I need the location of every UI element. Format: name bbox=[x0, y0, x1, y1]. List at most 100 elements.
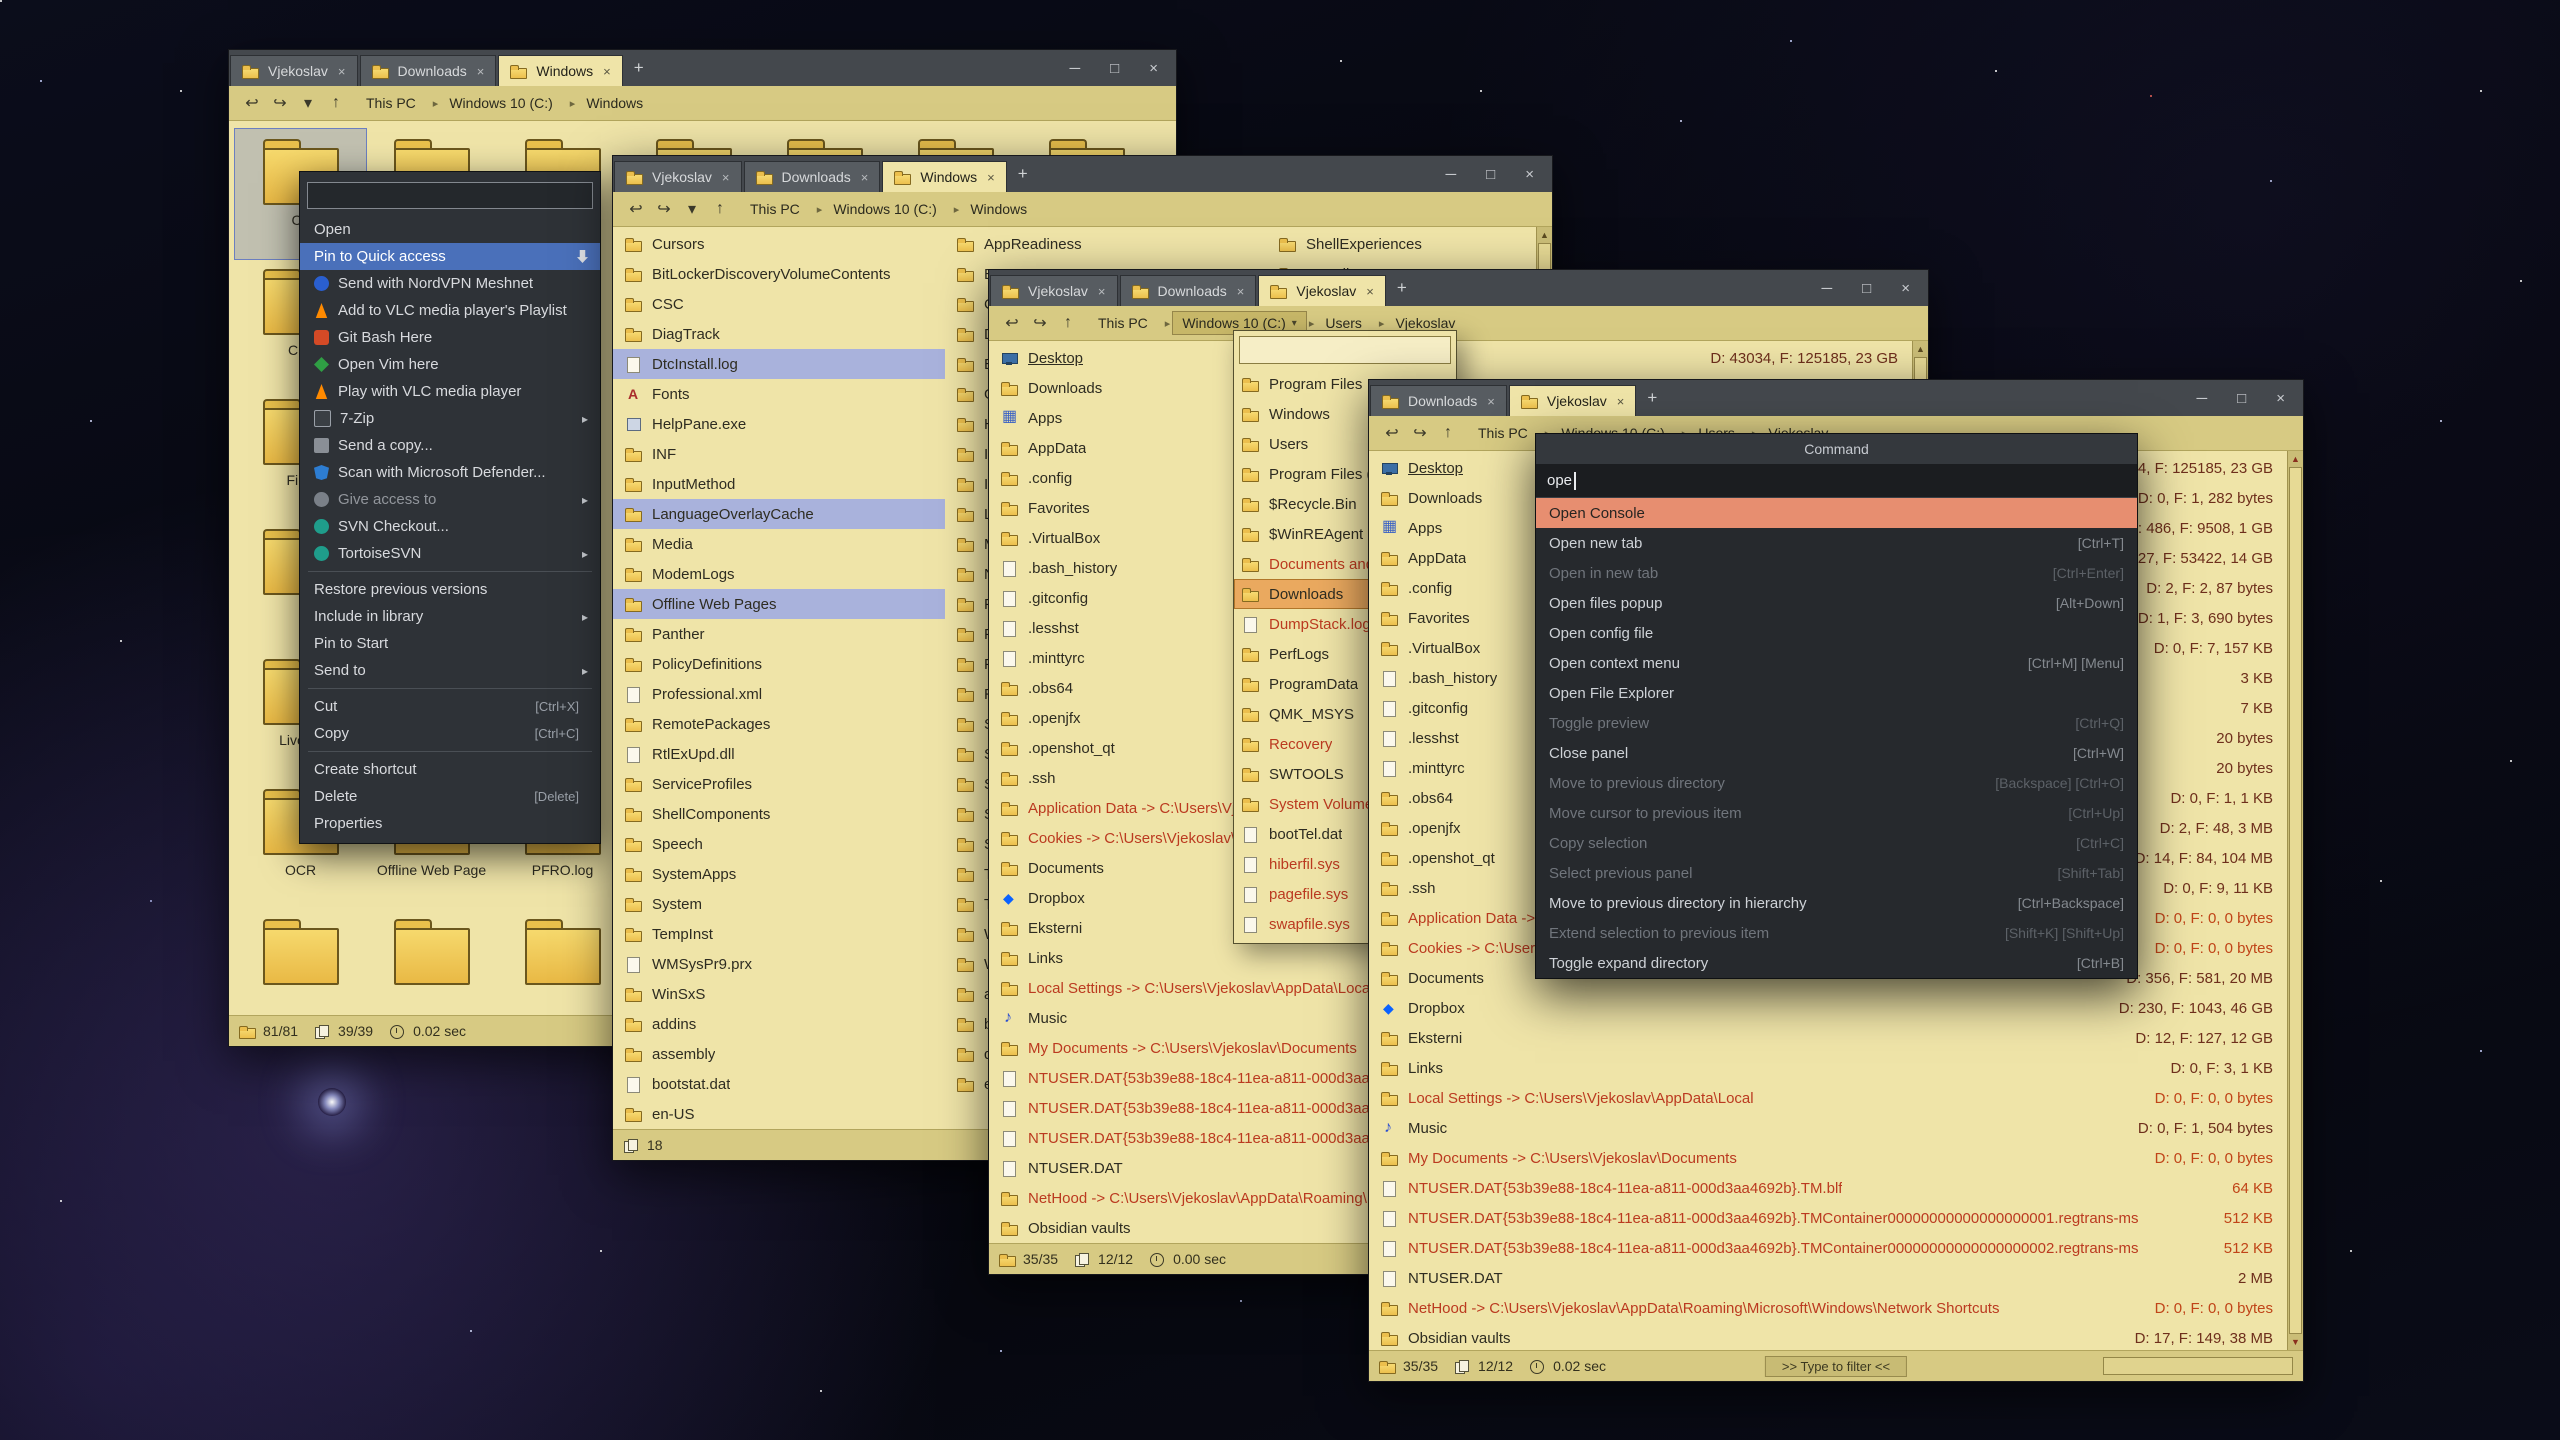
context-menu-item[interactable]: Give access to▸ bbox=[300, 486, 600, 513]
grid-item[interactable] bbox=[366, 909, 497, 1015]
file-row[interactable]: AppReadiness bbox=[945, 229, 1267, 259]
grid-item[interactable] bbox=[497, 909, 628, 1015]
context-menu-item[interactable]: Properties bbox=[300, 810, 600, 837]
context-menu-item[interactable]: Restore previous versions bbox=[300, 576, 600, 603]
file-row[interactable]: Speech bbox=[613, 829, 945, 859]
file-row[interactable]: InputMethod bbox=[613, 469, 945, 499]
file-row[interactable]: RtlExUpd.dll bbox=[613, 739, 945, 769]
context-menu-item[interactable]: Scan with Microsoft Defender... bbox=[300, 459, 600, 486]
breadcrumb-item[interactable]: Windows bbox=[577, 92, 658, 114]
status-scrollbar[interactable] bbox=[2103, 1357, 2293, 1375]
maximize-button[interactable]: □ bbox=[2237, 390, 2246, 407]
palette-item[interactable]: Open File Explorer bbox=[1536, 678, 2137, 708]
scrollbar-thumb[interactable] bbox=[2289, 467, 2302, 1334]
tab[interactable]: Downloads× bbox=[1120, 275, 1257, 306]
up-button[interactable]: ↑ bbox=[323, 90, 349, 116]
minimize-button[interactable]: ─ bbox=[1822, 280, 1833, 297]
file-row[interactable]: DiagTrack bbox=[613, 319, 945, 349]
palette-item[interactable]: Copy selection[Ctrl+C] bbox=[1536, 828, 2137, 858]
forward-button[interactable]: ↪ bbox=[651, 196, 677, 222]
context-menu-item[interactable] bbox=[300, 684, 600, 693]
dropdown-filter-input[interactable] bbox=[1239, 336, 1451, 364]
scroll-up-icon[interactable]: ▲ bbox=[2288, 451, 2303, 467]
tab-close-icon[interactable]: × bbox=[1366, 284, 1374, 299]
palette-item[interactable]: Extend selection to previous item[Shift+… bbox=[1536, 918, 2137, 948]
file-row[interactable]: LanguageOverlayCache bbox=[613, 499, 945, 529]
context-menu-item[interactable]: Git Bash Here bbox=[300, 324, 600, 351]
palette-item[interactable]: Toggle preview[Ctrl+Q] bbox=[1536, 708, 2137, 738]
palette-item[interactable]: Open config file bbox=[1536, 618, 2137, 648]
scroll-up-icon[interactable]: ▲ bbox=[1537, 227, 1552, 243]
file-row[interactable]: NetHood -> C:\Users\Vjekoslav\AppData\Ro… bbox=[1369, 1293, 2287, 1323]
context-menu-item[interactable] bbox=[300, 567, 600, 576]
forward-button[interactable]: ↪ bbox=[1407, 420, 1433, 446]
grid-item[interactable] bbox=[235, 909, 366, 1015]
palette-item[interactable]: Move cursor to previous item[Ctrl+Up] bbox=[1536, 798, 2137, 828]
palette-item[interactable]: Open in new tab[Ctrl+Enter] bbox=[1536, 558, 2137, 588]
vertical-scrollbar[interactable]: ▲ ▼ bbox=[2287, 451, 2303, 1350]
context-menu-item[interactable]: Send with NordVPN Meshnet bbox=[300, 270, 600, 297]
breadcrumb-item[interactable]: This PC bbox=[1469, 422, 1543, 444]
close-button[interactable]: × bbox=[1901, 280, 1910, 297]
context-menu-item[interactable]: Play with VLC media player bbox=[300, 378, 600, 405]
palette-item[interactable]: Select previous panel[Shift+Tab] bbox=[1536, 858, 2137, 888]
file-row[interactable]: Cursors bbox=[613, 229, 945, 259]
tab[interactable]: Windows× bbox=[498, 55, 622, 86]
close-button[interactable]: × bbox=[2276, 390, 2285, 407]
file-row[interactable]: MusicD: 0, F: 1, 504 bytes bbox=[1369, 1113, 2287, 1143]
palette-item[interactable]: Open Console bbox=[1536, 498, 2137, 528]
file-row[interactable]: Professional.xml bbox=[613, 679, 945, 709]
palette-item[interactable]: Toggle expand directory[Ctrl+B] bbox=[1536, 948, 2137, 978]
tab[interactable]: Windows× bbox=[882, 161, 1006, 192]
file-row[interactable]: WinSxS bbox=[613, 979, 945, 1009]
tab[interactable]: Vjekoslav× bbox=[614, 161, 742, 192]
context-menu-item[interactable]: Open bbox=[300, 216, 600, 243]
file-row[interactable]: ModemLogs bbox=[613, 559, 945, 589]
file-row[interactable]: BitLockerDiscoveryVolumeContents bbox=[613, 259, 945, 289]
file-row[interactable]: Offline Web Pages bbox=[613, 589, 945, 619]
tab[interactable]: Downloads× bbox=[744, 161, 881, 192]
context-menu-item[interactable]: SVN Checkout... bbox=[300, 513, 600, 540]
file-row[interactable]: System bbox=[613, 889, 945, 919]
context-menu-item[interactable]: Open Vim here bbox=[300, 351, 600, 378]
palette-item[interactable]: Open new tab[Ctrl+T] bbox=[1536, 528, 2137, 558]
file-row[interactable]: Obsidian vaultsD: 17, F: 149, 38 MB bbox=[1369, 1323, 2287, 1350]
back-button[interactable]: ↩ bbox=[999, 310, 1025, 336]
palette-item[interactable]: Close panel[Ctrl+W] bbox=[1536, 738, 2137, 768]
back-button[interactable]: ↩ bbox=[1379, 420, 1405, 446]
scroll-up-icon[interactable]: ▲ bbox=[1913, 341, 1928, 357]
file-row[interactable]: ServiceProfiles bbox=[613, 769, 945, 799]
context-menu-filter-input[interactable] bbox=[307, 182, 593, 209]
file-row[interactable]: NTUSER.DAT{53b39e88-18c4-11ea-a811-000d3… bbox=[1369, 1233, 2287, 1263]
tab-close-icon[interactable]: × bbox=[861, 170, 869, 185]
context-menu-item[interactable]: 7-Zip▸ bbox=[300, 405, 600, 432]
file-row[interactable]: HelpPane.exe bbox=[613, 409, 945, 439]
palette-search-input[interactable]: ope bbox=[1536, 464, 2137, 498]
tab[interactable]: Vjekoslav× bbox=[990, 275, 1118, 306]
maximize-button[interactable]: □ bbox=[1486, 166, 1495, 183]
context-menu-item[interactable]: Copy[Ctrl+C] bbox=[300, 720, 600, 747]
file-row[interactable]: assembly bbox=[613, 1039, 945, 1069]
context-menu-item[interactable] bbox=[300, 747, 600, 756]
back-button[interactable]: ↩ bbox=[623, 196, 649, 222]
file-row[interactable]: INF bbox=[613, 439, 945, 469]
palette-item[interactable]: Open files popup[Alt+Down] bbox=[1536, 588, 2137, 618]
file-row[interactable]: RemotePackages bbox=[613, 709, 945, 739]
minimize-button[interactable]: ─ bbox=[2197, 390, 2208, 407]
history-dropdown-icon[interactable]: ▾ bbox=[679, 196, 705, 222]
new-tab-button[interactable]: + bbox=[1008, 164, 1038, 184]
file-row[interactable]: DtcInstall.log bbox=[613, 349, 945, 379]
new-tab-button[interactable]: + bbox=[1637, 388, 1667, 408]
file-row[interactable]: en-US bbox=[613, 1099, 945, 1129]
tab-close-icon[interactable]: × bbox=[477, 64, 485, 79]
breadcrumb-item[interactable]: Windows 10 (C:) bbox=[440, 92, 567, 114]
context-menu-item[interactable]: Create shortcut bbox=[300, 756, 600, 783]
new-tab-button[interactable]: + bbox=[1387, 278, 1417, 298]
palette-item[interactable]: Move to previous directory[Backspace] [C… bbox=[1536, 768, 2137, 798]
context-menu-item[interactable]: Delete[Delete] bbox=[300, 783, 600, 810]
tab[interactable]: Vjekoslav× bbox=[1509, 385, 1637, 416]
close-button[interactable]: × bbox=[1525, 166, 1534, 183]
tab[interactable]: Vjekoslav× bbox=[1258, 275, 1386, 306]
close-button[interactable]: × bbox=[1149, 60, 1158, 77]
file-row[interactable]: EksterniD: 12, F: 127, 12 GB bbox=[1369, 1023, 2287, 1053]
